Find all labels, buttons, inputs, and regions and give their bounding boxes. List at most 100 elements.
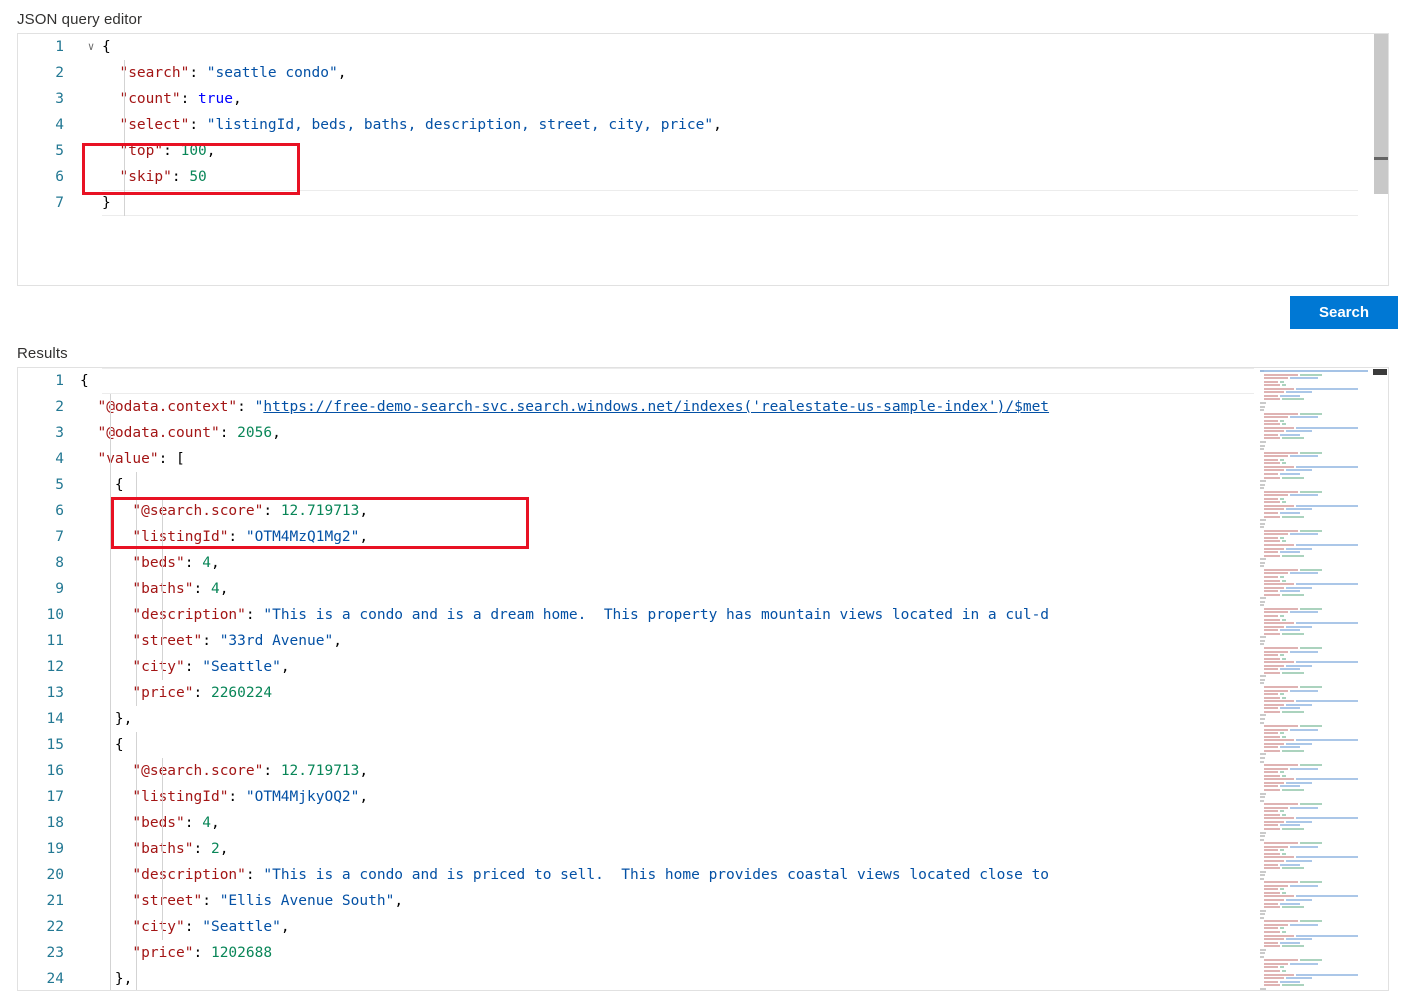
code-line[interactable]: 17 "listingId": "OTM4MjkyOQ2", bbox=[18, 784, 1388, 810]
code-line[interactable]: 15 { bbox=[18, 732, 1388, 758]
code-line[interactable]: 1∨{ bbox=[18, 34, 1388, 60]
code-line[interactable]: 2 "search": "seattle condo", bbox=[18, 60, 1388, 86]
json-query-editor[interactable]: 1∨{2 "search": "seattle condo",3 "count"… bbox=[17, 33, 1389, 286]
line-number: 22 bbox=[18, 914, 80, 940]
query-editor-scrollbar[interactable] bbox=[1374, 34, 1388, 194]
code-line-text: "@search.score": 12.719713, bbox=[80, 758, 368, 784]
code-line[interactable]: 12 "city": "Seattle", bbox=[18, 654, 1388, 680]
minimap-line bbox=[1286, 626, 1312, 628]
code-line[interactable]: 14 }, bbox=[18, 706, 1388, 732]
minimap-line bbox=[1260, 643, 1264, 645]
minimap-line bbox=[1290, 611, 1318, 613]
code-line[interactable]: 2 "@odata.context": "https://free-demo-s… bbox=[18, 394, 1388, 420]
minimap-line bbox=[1264, 824, 1278, 826]
code-line[interactable]: 20 "description": "This is a condo and i… bbox=[18, 862, 1388, 888]
minimap-line bbox=[1280, 864, 1300, 866]
chevron-down-icon[interactable]: ∨ bbox=[80, 34, 102, 60]
code-line[interactable]: 16 "@search.score": 12.719713, bbox=[18, 758, 1388, 784]
code-line[interactable]: 6 "skip": 50 bbox=[18, 164, 1388, 190]
minimap-line bbox=[1260, 956, 1264, 958]
code-line[interactable]: 24 }, bbox=[18, 966, 1388, 991]
minimap-line bbox=[1280, 551, 1300, 553]
code-line[interactable]: 23 "price": 1202688 bbox=[18, 940, 1388, 966]
minimap-line bbox=[1280, 576, 1284, 578]
minimap-line bbox=[1260, 679, 1265, 681]
minimap-line bbox=[1264, 771, 1278, 773]
token-punct: : bbox=[246, 867, 263, 883]
token-num: 4 bbox=[202, 555, 211, 571]
code-line[interactable]: 10 "description": "This is a condo and i… bbox=[18, 602, 1388, 628]
token-key: "count" bbox=[119, 91, 180, 107]
minimap-line bbox=[1286, 938, 1312, 940]
line-number: 2 bbox=[18, 60, 80, 86]
code-line[interactable]: 21 "street": "Ellis Avenue South", bbox=[18, 888, 1388, 914]
minimap-line bbox=[1290, 690, 1318, 692]
minimap-line bbox=[1264, 739, 1294, 741]
code-line[interactable]: 18 "beds": 4, bbox=[18, 810, 1388, 836]
minimap-line bbox=[1282, 540, 1286, 542]
code-line[interactable]: 8 "beds": 4, bbox=[18, 550, 1388, 576]
minimap-line bbox=[1296, 427, 1358, 429]
minimap-line bbox=[1290, 924, 1318, 926]
results-editor-scrollbar[interactable] bbox=[1372, 368, 1388, 991]
line-number: 18 bbox=[18, 810, 80, 836]
token-punct: : bbox=[220, 425, 237, 441]
minimap-line bbox=[1280, 927, 1284, 929]
token-str: "Seattle" bbox=[202, 919, 281, 935]
line-number: 7 bbox=[18, 190, 80, 216]
token-link[interactable]: https://free-demo-search-svc.search.wind… bbox=[263, 399, 1049, 415]
minimap-line bbox=[1264, 668, 1278, 670]
code-line[interactable]: 5 "top": 100, bbox=[18, 138, 1388, 164]
token-str: "33rd Avenue" bbox=[220, 633, 334, 649]
query-editor-scrollbar-thumb[interactable] bbox=[1374, 157, 1388, 160]
token-str: "This is a condo and is priced to sell. … bbox=[263, 867, 1049, 883]
code-line[interactable]: 6 "@search.score": 12.719713, bbox=[18, 498, 1388, 524]
token-punct: : bbox=[228, 789, 245, 805]
minimap-line bbox=[1260, 917, 1264, 919]
minimap-line bbox=[1260, 793, 1266, 795]
results-editor-scrollbar-thumb[interactable] bbox=[1373, 369, 1387, 375]
token-brace: { bbox=[115, 737, 124, 753]
code-line[interactable]: 7} bbox=[18, 190, 1388, 216]
code-line[interactable]: 9 "baths": 4, bbox=[18, 576, 1388, 602]
minimap-line bbox=[1300, 647, 1322, 649]
code-line[interactable]: 4 "value": [ bbox=[18, 446, 1388, 472]
results-minimap[interactable] bbox=[1254, 368, 1372, 991]
code-line[interactable]: 1{ bbox=[18, 368, 1388, 394]
code-line[interactable]: 11 "street": "33rd Avenue", bbox=[18, 628, 1388, 654]
minimap-line bbox=[1260, 839, 1264, 841]
code-line[interactable]: 7 "listingId": "OTM4MzQ1Mg2", bbox=[18, 524, 1388, 550]
code-line[interactable]: 4 "select": "listingId, beds, baths, des… bbox=[18, 112, 1388, 138]
minimap-line bbox=[1264, 782, 1284, 784]
code-line-text: "@odata.context": "https://free-demo-sea… bbox=[80, 394, 1049, 420]
minimap-line bbox=[1264, 803, 1298, 805]
code-line[interactable]: 3 "@odata.count": 2056, bbox=[18, 420, 1388, 446]
token-str: "Seattle" bbox=[202, 659, 281, 675]
code-line[interactable]: 5 { bbox=[18, 472, 1388, 498]
results-editor[interactable]: 1{2 "@odata.context": "https://free-demo… bbox=[17, 367, 1389, 991]
line-number: 6 bbox=[18, 164, 80, 190]
json-query-editor-label: JSON query editor bbox=[17, 11, 142, 28]
minimap-line bbox=[1264, 775, 1280, 777]
code-line[interactable]: 19 "baths": 2, bbox=[18, 836, 1388, 862]
line-number: 3 bbox=[18, 86, 80, 112]
minimap-line bbox=[1296, 661, 1358, 663]
token-num: 2056 bbox=[237, 425, 272, 441]
minimap-line bbox=[1264, 881, 1298, 883]
code-line[interactable]: 3 "count": true, bbox=[18, 86, 1388, 112]
token-key: "@odata.count" bbox=[97, 425, 219, 441]
code-line[interactable]: 22 "city": "Seattle", bbox=[18, 914, 1388, 940]
minimap-line bbox=[1280, 732, 1284, 734]
minimap-line bbox=[1280, 771, 1284, 773]
minimap-line bbox=[1264, 707, 1278, 709]
minimap-line bbox=[1264, 551, 1278, 553]
minimap-line bbox=[1280, 824, 1300, 826]
code-line-text: "count": true, bbox=[102, 86, 242, 112]
indent-guide bbox=[162, 498, 163, 680]
results-code-area[interactable]: 1{2 "@odata.context": "https://free-demo… bbox=[18, 368, 1388, 990]
query-code-area[interactable]: 1∨{2 "search": "seattle condo",3 "count"… bbox=[18, 34, 1388, 285]
search-button[interactable]: Search bbox=[1290, 296, 1398, 329]
minimap-line bbox=[1290, 572, 1318, 574]
minimap-line bbox=[1282, 477, 1304, 479]
code-line[interactable]: 13 "price": 2260224 bbox=[18, 680, 1388, 706]
